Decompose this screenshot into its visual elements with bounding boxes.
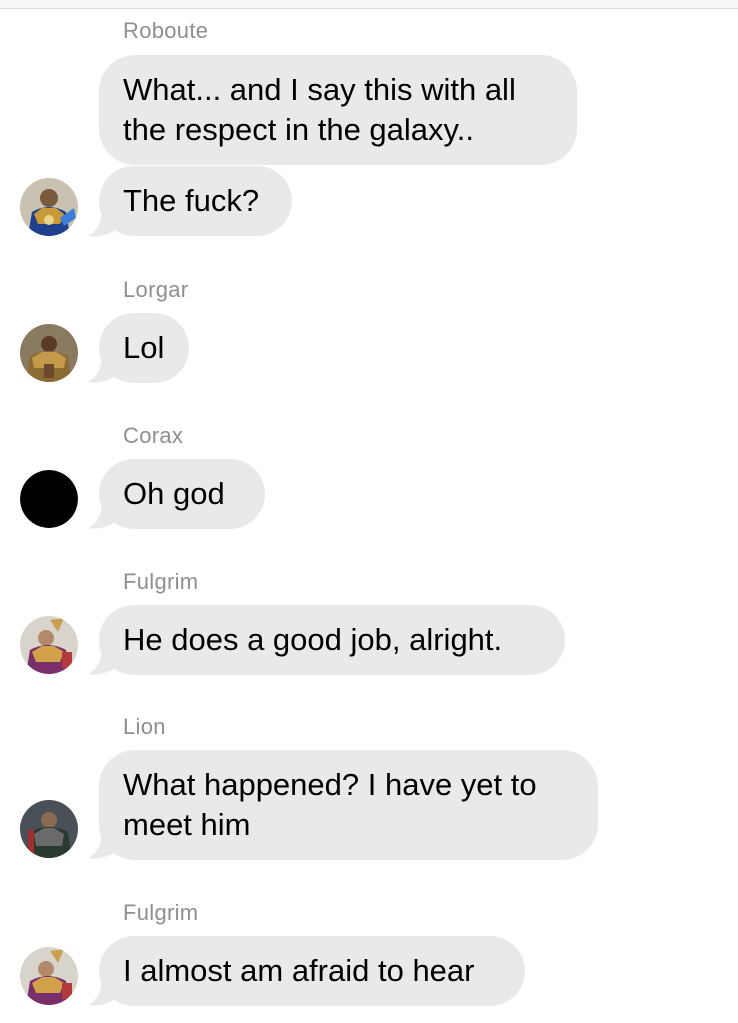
bubble-tail [88, 208, 120, 237]
bubble-tail [88, 500, 120, 529]
avatar[interactable] [20, 616, 78, 674]
sender-name: Roboute [123, 18, 209, 43]
armored-portrait-dark-icon [20, 800, 78, 858]
bubble-tail [88, 646, 120, 675]
top-edge [0, 0, 738, 9]
sender-name: Fulgrim [123, 900, 199, 925]
armored-portrait-purple-icon [20, 616, 78, 674]
sender-name: Corax [123, 423, 184, 448]
sender-name: Lion [123, 714, 166, 739]
message-bubble[interactable]: What... and I say this with all the resp… [99, 55, 577, 165]
armored-portrait-gold-icon [20, 324, 78, 382]
message-bubble[interactable]: He does a good job, alright. [99, 605, 565, 675]
bubble-tail [88, 977, 120, 1006]
armored-portrait-blue-icon [20, 178, 78, 236]
black-circle-icon [20, 470, 78, 528]
bubble-tail [88, 830, 120, 859]
sender-name: Fulgrim [123, 569, 199, 594]
avatar[interactable] [20, 470, 78, 528]
armored-portrait-purple-icon [20, 947, 78, 1005]
message-bubble[interactable]: What happened? I have yet to meet him [99, 750, 598, 860]
avatar[interactable] [20, 324, 78, 382]
avatar[interactable] [20, 178, 78, 236]
avatar[interactable] [20, 800, 78, 858]
bubble-tail [88, 354, 120, 383]
message-bubble[interactable]: I almost am afraid to hear [99, 936, 525, 1006]
sender-name: Lorgar [123, 277, 189, 302]
avatar[interactable] [20, 947, 78, 1005]
